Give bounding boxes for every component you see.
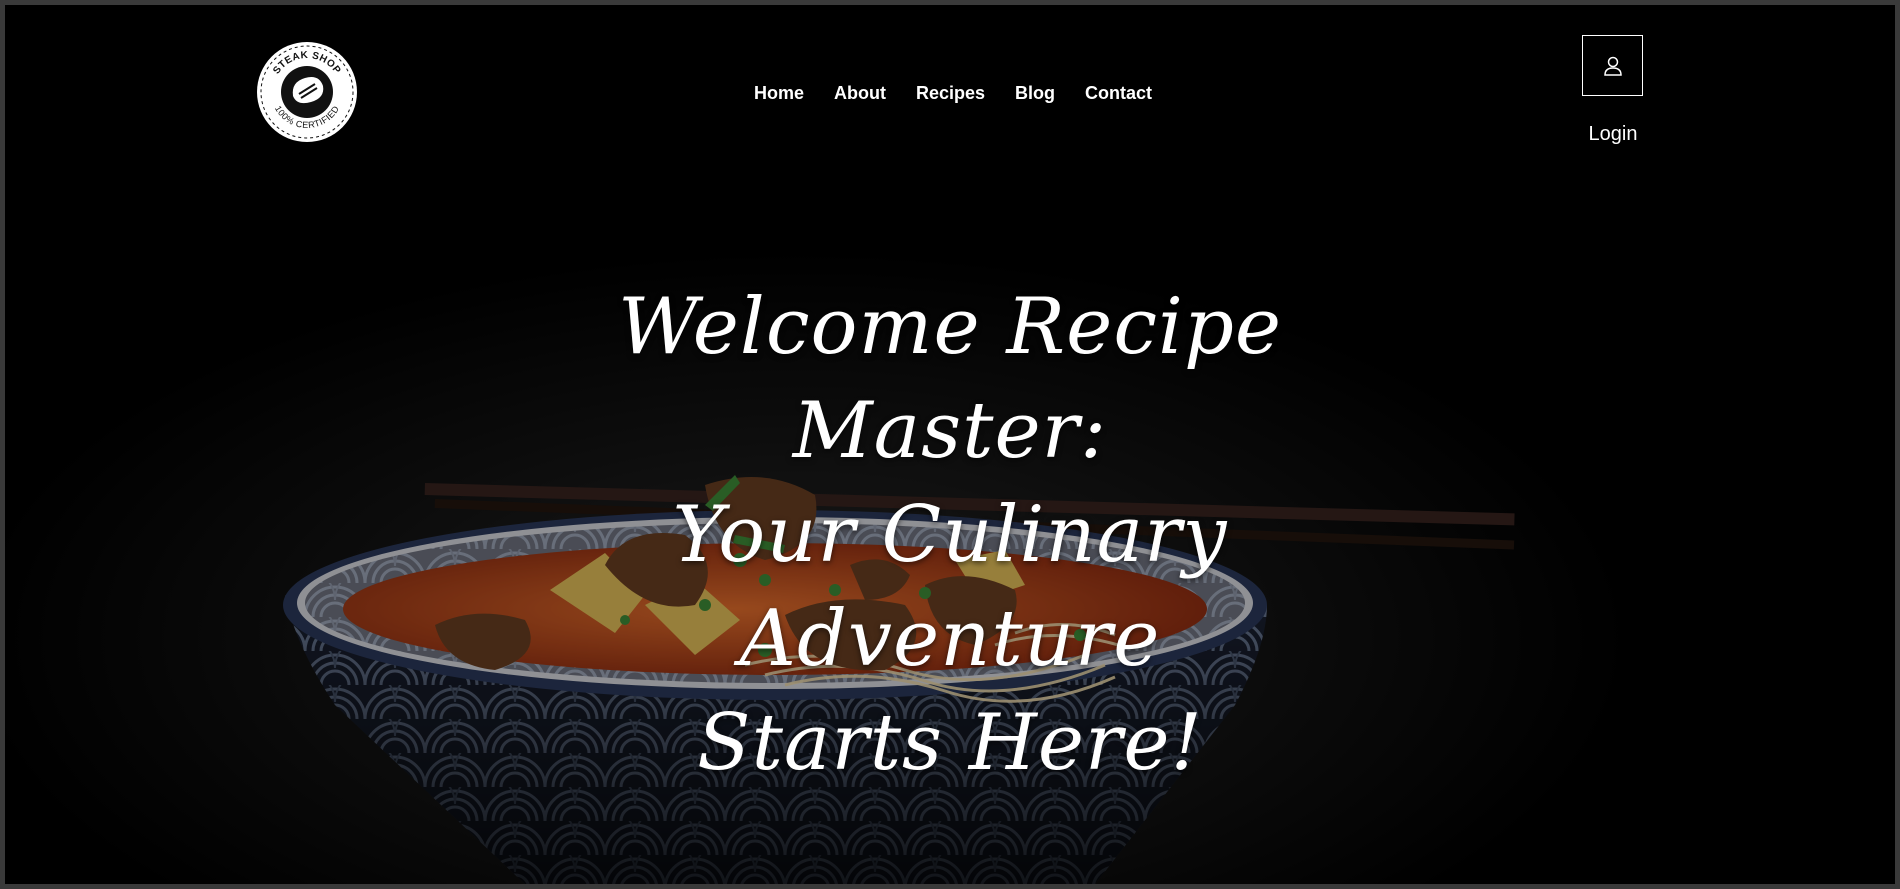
login-label[interactable]: Login bbox=[1577, 123, 1649, 146]
hero-line-1: Welcome Recipe Master: bbox=[617, 282, 1283, 476]
page-frame: STEAK SHOP 100% CERTIFIED Home About Rec… bbox=[5, 5, 1895, 884]
nav-home[interactable]: Home bbox=[754, 83, 804, 104]
hero-line-3: Starts Here! bbox=[697, 698, 1203, 788]
nav-about[interactable]: About bbox=[834, 83, 886, 104]
nav-blog[interactable]: Blog bbox=[1015, 83, 1055, 104]
steak-shop-logo[interactable]: STEAK SHOP 100% CERTIFIED bbox=[255, 40, 359, 144]
user-icon bbox=[1603, 56, 1622, 76]
nav-recipes[interactable]: Recipes bbox=[916, 83, 985, 104]
hero-headline: Welcome Recipe Master: Your Culinary Adv… bbox=[475, 275, 1425, 795]
main-nav: Home About Recipes Blog Contact bbox=[754, 83, 1152, 104]
nav-contact[interactable]: Contact bbox=[1085, 83, 1152, 104]
hero-line-2: Your Culinary Adventure bbox=[672, 490, 1228, 684]
login-button[interactable] bbox=[1582, 35, 1643, 96]
